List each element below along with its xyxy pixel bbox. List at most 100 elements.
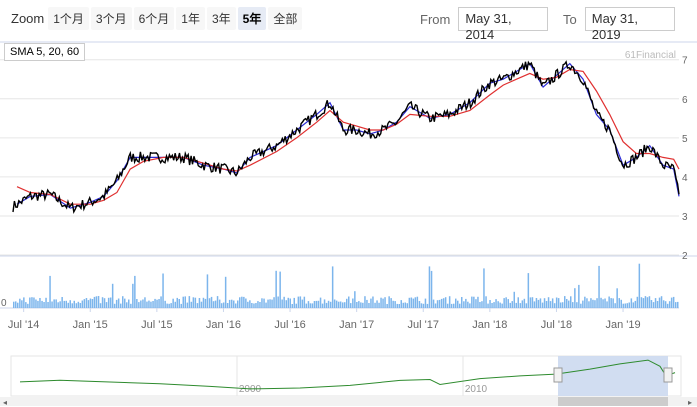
- volume-bar: [382, 298, 384, 308]
- volume-bar: [610, 298, 612, 308]
- volume-bar: [35, 299, 37, 308]
- volume-bar: [33, 297, 35, 308]
- volume-bar: [259, 302, 261, 308]
- volume-bar: [247, 301, 249, 308]
- volume-bar: [650, 300, 653, 308]
- sma20-line: [16, 68, 680, 205]
- volume-bar: [501, 303, 503, 308]
- volume-bar: [670, 297, 673, 308]
- y-tick-label: 2: [682, 251, 688, 262]
- price-chart-svg: 2 3 4 5 6 7 61Financial 0Jul '14 Jan '15 Jul '15 J…: [0, 41, 697, 407]
- volume-bar: [113, 303, 116, 308]
- volume-bar: [426, 303, 429, 308]
- volume-bar: [350, 303, 352, 308]
- volume-bar: [101, 297, 104, 308]
- volume-bar: [128, 299, 130, 308]
- volume-bar: [477, 296, 479, 308]
- volume-bar: [380, 297, 382, 308]
- volume-bar: [77, 301, 80, 308]
- volume-bar: [41, 300, 43, 308]
- volume-bar: [245, 298, 247, 308]
- volume-bar: [366, 299, 368, 308]
- volume-bar: [124, 298, 126, 308]
- x-tick-label: Jan '15: [73, 319, 108, 331]
- volume-bar: [111, 283, 114, 308]
- x-tick-label: Jul '18: [541, 319, 572, 331]
- volume-bar: [352, 298, 354, 308]
- volume-bar: [253, 303, 255, 308]
- volume-bar: [517, 297, 519, 308]
- volume-bar: [483, 268, 485, 308]
- volume-bar: [89, 298, 92, 308]
- volume-bar: [39, 298, 41, 308]
- navigator-handle-left: [553, 367, 563, 383]
- volume-bar: [675, 302, 677, 308]
- volume-bar: [117, 298, 120, 308]
- volume-bar: [160, 296, 162, 308]
- volume-bar: [59, 301, 61, 308]
- volume-bar: [620, 299, 622, 308]
- volume-bar: [475, 299, 477, 308]
- volume-bar: [677, 301, 679, 308]
- volume-bar: [47, 302, 49, 308]
- volume-bar: [182, 296, 184, 308]
- volume-bar: [17, 302, 19, 308]
- volume-bar: [164, 300, 166, 308]
- volume-bar: [55, 299, 57, 308]
- volume-bar: [374, 302, 376, 308]
- volume-bar: [358, 301, 360, 308]
- volume-bar: [469, 303, 471, 308]
- volume-bar: [450, 303, 453, 308]
- volume-bar: [235, 303, 237, 308]
- volume-bar: [592, 299, 594, 308]
- volume-bar: [323, 299, 326, 308]
- volume-bar: [251, 303, 253, 308]
- volume-bar: [348, 296, 350, 308]
- volume-bar: [535, 298, 538, 308]
- volume-bar: [487, 303, 489, 308]
- volume-bar: [529, 297, 532, 308]
- volume-bar: [198, 298, 201, 308]
- volume-bar: [267, 299, 269, 308]
- volume-bar: [632, 302, 635, 308]
- volume-bar: [309, 303, 312, 308]
- volume-bar: [344, 302, 346, 308]
- volume-bar: [342, 302, 344, 308]
- volume-bar: [188, 296, 191, 308]
- volume-bar: [634, 300, 637, 308]
- volume-bar: [618, 298, 620, 308]
- volume-bar: [269, 299, 271, 308]
- volume-bar: [444, 297, 447, 308]
- volume-bar: [525, 303, 528, 308]
- volume-bar: [418, 301, 421, 308]
- volume-bar: [45, 297, 47, 308]
- volume-bar: [398, 304, 400, 308]
- volume-bar: [37, 300, 39, 308]
- volume-bar: [218, 299, 221, 308]
- volume-bar: [410, 297, 413, 308]
- volume-bar: [531, 297, 534, 308]
- volume-bar: [390, 298, 392, 308]
- volume-bar: [590, 298, 592, 308]
- volume-bar: [297, 296, 300, 308]
- volume-bar: [436, 300, 439, 308]
- volume-bar: [370, 298, 372, 308]
- volume-bar: [461, 297, 463, 308]
- volume-bar: [656, 301, 659, 308]
- volume-bar: [442, 298, 445, 308]
- volume-bar: [412, 298, 415, 308]
- volume-bar: [438, 299, 441, 308]
- volume-bar: [612, 298, 614, 308]
- volume-bar: [216, 296, 219, 308]
- volume-bar: [432, 299, 435, 308]
- volume-bar: [146, 301, 148, 308]
- volume-bar: [91, 299, 94, 308]
- stock-chart-widget: Zoom 1个月 3个月 6个月 1年 3年 5年 全部 From May 31…: [0, 0, 697, 407]
- volume-bar: [122, 296, 124, 308]
- volume-bar: [335, 300, 338, 308]
- volume-bar: [636, 296, 639, 308]
- volume-bar: [394, 301, 396, 308]
- volume-bar: [305, 303, 308, 308]
- volume-bar: [547, 297, 550, 308]
- volume-bar: [424, 298, 427, 308]
